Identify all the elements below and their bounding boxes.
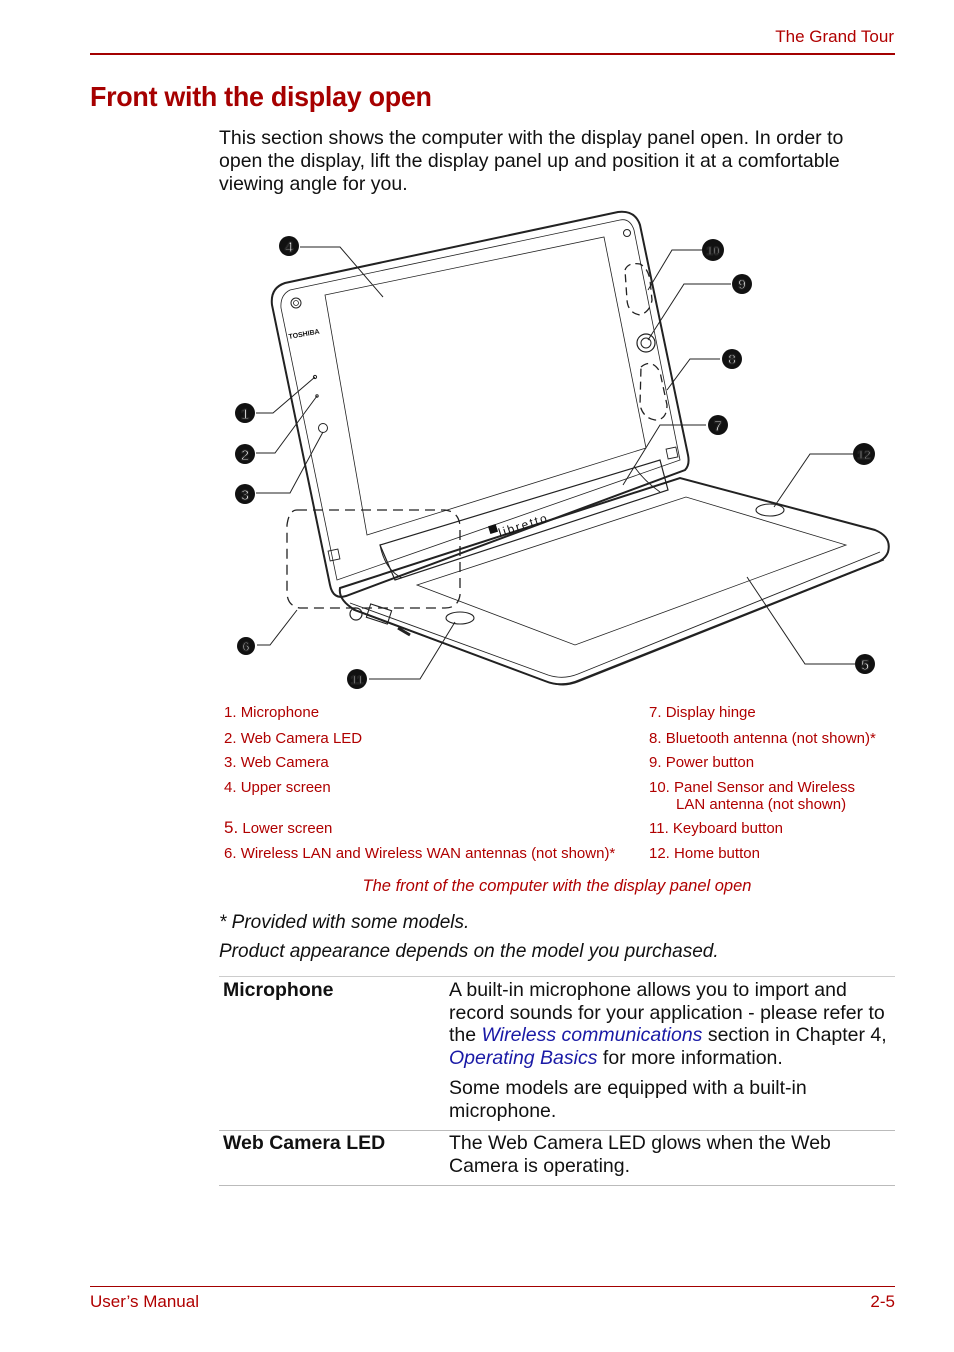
brand-logo: TOSHIBA: [288, 329, 320, 341]
page-title: Front with the display open: [90, 81, 432, 112]
term-microphone: Microphone: [219, 976, 445, 1131]
display-panel: [270, 210, 690, 598]
legend-item: 4. Upper screen: [224, 779, 331, 796]
callout-3: 3: [235, 484, 255, 505]
callout-12: 12: [853, 443, 875, 465]
wireless-antenna-region: [286, 509, 461, 609]
desc-paragraph: A built-in microphone allows you to impo…: [449, 979, 887, 1069]
laptop-figure: TOSHIBA libretto 4 1 2 3 6 11 5 10 9 8 7…: [225, 200, 905, 700]
legend-item: 3. Web Camera: [224, 754, 329, 771]
display-bezel-inner: [280, 219, 681, 581]
svg-text:3: 3: [241, 487, 249, 504]
camera-ring-icon: [290, 297, 302, 309]
table-row: Microphone A built-in microphone allows …: [219, 976, 895, 1131]
legend-item: 12. Home button: [649, 845, 760, 862]
callout-4: 4: [279, 236, 299, 257]
legend-item: 6. Wireless LAN and Wireless WAN antenna…: [224, 845, 616, 862]
svg-text:1: 1: [241, 406, 249, 423]
link-operating-basics[interactable]: Operating Basics: [449, 1047, 598, 1069]
legend-item: 10. Panel Sensor and Wireless LAN antenna…: [649, 779, 855, 813]
desc-paragraph: The Web Camera LED glows when the Web Ca…: [449, 1132, 831, 1177]
callout-9: 9: [732, 274, 752, 294]
legend-item: 5. Lower screen: [224, 818, 333, 837]
svg-text:5: 5: [861, 657, 869, 674]
legend-item: 1. Microphone: [224, 704, 320, 721]
base-unit: [338, 476, 890, 686]
intro-paragraph: This section shows the computer with the…: [219, 127, 844, 195]
upper-screen: [324, 236, 647, 536]
spec-table: Microphone A built-in microphone allows …: [219, 976, 895, 1186]
table-row: Web Camera LED The Web Camera LED glows …: [219, 1130, 895, 1186]
header-rule: [90, 53, 895, 55]
svg-text:6: 6: [242, 639, 249, 654]
legend-item: 11. Keyboard button: [649, 820, 784, 837]
callout-2: 2: [235, 444, 255, 465]
callout-11: 11: [347, 669, 367, 689]
desc-web-camera-led: The Web Camera LED glows when the Web Ca…: [445, 1130, 895, 1186]
callout-6: 6: [237, 637, 255, 655]
callout-7: 7: [708, 415, 728, 436]
svg-text:9: 9: [738, 276, 746, 292]
callout-5: 5: [855, 654, 875, 675]
home-button-icon: [755, 503, 785, 517]
running-head: The Grand Tour: [775, 27, 894, 46]
legend-item: 7. Display hinge: [649, 704, 756, 721]
footer-manual-title: User’s Manual: [90, 1292, 199, 1311]
callout-8: 8: [722, 349, 742, 369]
svg-text:7: 7: [714, 418, 722, 435]
page-number: 2-5: [870, 1292, 895, 1311]
leader-lines: [256, 246, 855, 680]
desc-paragraph: Some models are equipped with a built-in…: [449, 1077, 807, 1122]
laptop-diagram: TOSHIBA libretto 4 1 2 3 6 11 5 10 9 8 7…: [235, 210, 890, 689]
desc-microphone: A built-in microphone allows you to impo…: [445, 976, 895, 1131]
power-button-icon: [636, 333, 656, 353]
svg-text:10: 10: [706, 244, 720, 258]
webcam-icon: [318, 423, 328, 433]
keyboard-button-icon: [445, 611, 475, 625]
term-web-camera-led: Web Camera LED: [219, 1130, 445, 1186]
bluetooth-antenna-region: [639, 362, 668, 421]
figure-caption: The front of the computer with the displ…: [362, 877, 752, 895]
legend-item: 9. Power button: [649, 754, 755, 771]
link-wireless-communications[interactable]: Wireless communications: [482, 1024, 703, 1046]
svg-text:8: 8: [728, 351, 736, 367]
legend-item: 2. Web Camera LED: [224, 730, 363, 747]
footer-rule: [90, 1286, 895, 1287]
svg-text:4: 4: [285, 239, 294, 256]
svg-text:2: 2: [241, 447, 249, 464]
lower-screen: [415, 496, 848, 646]
callout-1: 1: [235, 403, 255, 424]
callout-badges: 4 1 2 3 6 11 5 10 9 8 7 12: [235, 236, 875, 689]
footnote-provided: * Provided with some models.: [219, 912, 470, 933]
svg-text:12: 12: [857, 448, 871, 462]
footnote-appearance: Product appearance depends on the model …: [219, 941, 719, 962]
svg-text:11: 11: [351, 673, 364, 687]
legend-item: 8. Bluetooth antenna (not shown)*: [649, 730, 876, 747]
callout-10: 10: [702, 239, 724, 261]
